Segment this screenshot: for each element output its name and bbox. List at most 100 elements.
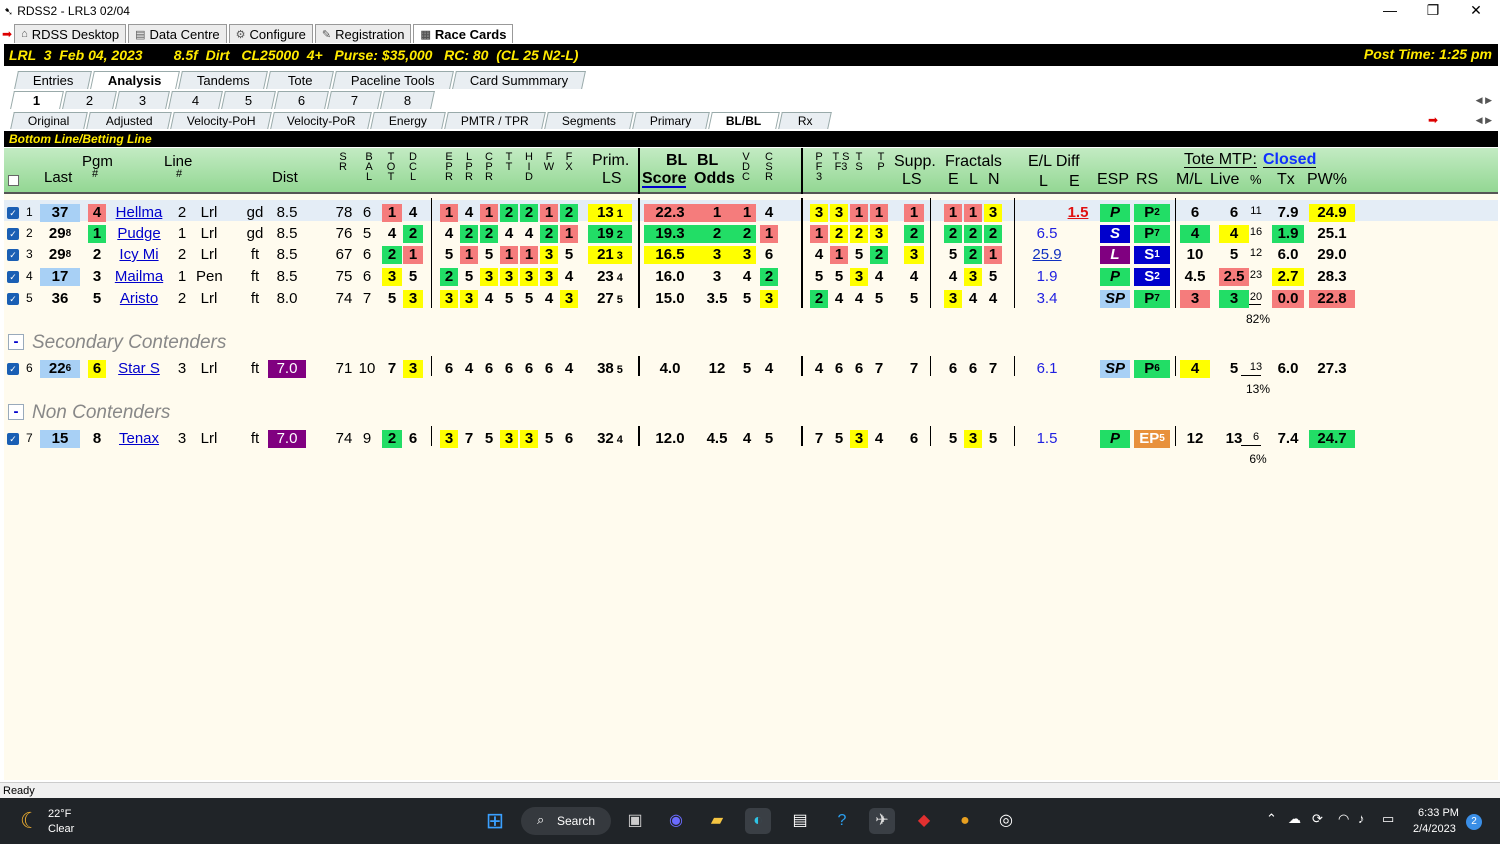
tab-velocity-poh[interactable]: Velocity-PoH [170,112,272,129]
minimize-button[interactable]: — [1370,0,1410,22]
tab-race-7[interactable]: 7 [327,91,382,109]
table-row[interactable]: ✓ 7 15 8 Tenax 3 Lrl ft 7.0 74 9 2 6 3 7 5 3 3 5 6 32 4 12.0 4.… [4,428,1498,466]
tab-race-4[interactable]: 4 [168,91,223,109]
tab-analysis[interactable]: Analysis [90,71,180,89]
tab-registration[interactable]: ✎ Registration [314,24,412,43]
row-checkbox[interactable]: ✓ [7,363,19,375]
tab-paceline-tools[interactable]: Paceline Tools [332,71,454,89]
prim-value: 32 [597,430,614,447]
tab-rx[interactable]: Rx [778,112,832,129]
tab-race-2[interactable]: 2 [62,91,117,109]
pace-cell: 6 [854,360,864,377]
table-row[interactable]: ✓ 6 226 6 Star S 3 Lrl ft 7.0 71 10 7 3 6 4 6 6 6 6 4 38 5 4.0… [4,358,1498,396]
tab-energy[interactable]: Energy [370,112,446,129]
notification-badge[interactable]: 2 [1466,814,1482,830]
supp-ls-cell: 6 [909,430,919,447]
restore-button[interactable]: ❐ [1413,0,1453,22]
energy-cell: 6 [544,360,554,377]
last-cell: 298 [40,246,80,264]
chat-icon[interactable]: ◉ [663,808,689,834]
mcafee-icon[interactable]: ◆ [911,808,937,834]
store-icon[interactable]: ▤ [787,808,813,834]
tab-race-1[interactable]: 1 [10,91,64,109]
tx-cell: 1.9 [1272,225,1304,243]
volume-icon[interactable]: ♪ [1358,811,1365,826]
tab-configure[interactable]: ⚙ Configure [228,24,313,43]
horse-name-link[interactable]: Star S [110,360,168,378]
tab-velocity-por[interactable]: Velocity-PoR [270,112,372,129]
search-box[interactable]: ⌕ Search [521,807,611,835]
tab-scroll-arrows[interactable]: ◀ ▶ [1476,95,1492,106]
row-checkbox[interactable]: ✓ [7,433,19,445]
table-row[interactable]: ✓ 2 298 1 Pudge 1 Lrl gd 8.5 76 5 4 2 4 2 2 4 4 2 1 19 2 19.3 2… [4,223,1498,244]
table-row[interactable]: ✓ 5 36 5 Aristo 2 Lrl ft 8.0 74 7 5 3 3 3 4 5 5 4 3 27 5 15.0 3… [4,288,1498,326]
prim-value: 21 [597,246,614,263]
file-explorer-icon[interactable]: ▰ [704,808,730,834]
row-checkbox[interactable]: ✓ [7,249,19,261]
battery-icon[interactable]: ▭ [1382,811,1394,827]
tab-race-8[interactable]: 8 [380,91,435,109]
row-checkbox[interactable]: ✓ [7,207,19,219]
tab-card-summary[interactable]: Card Summmary [452,71,586,89]
view-scroll-arrows[interactable]: ◀ ▶ [1476,115,1492,126]
col-pct: % [1250,172,1262,187]
tab-tote[interactable]: Tote [266,71,334,89]
tab-pmtr-tpr[interactable]: PMTR / TPR [444,112,546,129]
rdss-app-icon[interactable]: ✈ [869,808,895,834]
sync-icon[interactable]: ⟳ [1312,811,1323,827]
close-button[interactable]: ✕ [1456,0,1496,22]
col-bl2: BL [697,152,719,169]
app-icon-extra[interactable]: ◎ [993,808,1019,834]
tab-data-centre[interactable]: ▤ Data Centre [128,24,227,43]
tab-race-cards[interactable]: ▦ Race Cards [413,24,514,43]
col-tsf3: T S F3 [832,151,850,173]
table-row[interactable]: ✓ 3 298 2 Icy Mi 2 Lrl ft 8.5 67 6 2 1 5 1 5 1 1 3 5 21 3 16.5… [4,244,1498,265]
row-checkbox[interactable]: ✓ [7,271,19,283]
supp-ls-cell: 4 [909,268,919,285]
export-icon[interactable]: ➡ [1428,113,1438,127]
bal-cell: 9 [362,430,372,447]
task-view-icon[interactable]: ▣ [622,808,648,834]
cloud-icon[interactable]: ☁ [1288,811,1301,827]
tab-tandems[interactable]: Tandems [178,71,268,89]
tab-rdss-desktop[interactable]: ⌂ RDSS Desktop [14,24,127,43]
clock-time[interactable]: 6:33 PM [1418,807,1459,819]
tab-race-6[interactable]: 6 [274,91,329,109]
tab-segments[interactable]: Segments [544,112,634,129]
windows-start-icon[interactable]: ⊞ [482,808,508,834]
help-icon[interactable]: ? [829,808,855,834]
el-diff-e: 1.5 [1067,204,1089,221]
chrome-icon[interactable]: ● [952,808,978,834]
horse-name-link[interactable]: Mailma [110,268,168,286]
card-icon: ▦ [420,28,431,41]
tab-original[interactable]: Original [10,112,88,129]
wifi-icon[interactable]: ◠ [1338,811,1349,827]
energy-cell: 5 [564,246,574,263]
table-row[interactable]: ✓ 1 37 4 Hellma 2 Lrl gd 8.5 78 6 1 4 1 4 1 2 2 1 2 13 1 22.3 1… [4,202,1498,223]
collapse-secondary-button[interactable]: - [8,334,24,350]
clock-date[interactable]: 2/4/2023 [1413,823,1456,835]
row-checkbox[interactable]: ✓ [7,228,19,240]
horse-name-link[interactable]: Icy Mi [110,246,168,264]
select-all-checkbox[interactable] [8,175,19,186]
table-row[interactable]: ✓ 4 17 3 Mailma 1 Pen ft 8.5 75 6 3 5 2 5 3 3 3 3 4 23 4 16.0 3… [4,266,1498,287]
horse-name-link[interactable]: Hellma [110,204,168,222]
row-checkbox[interactable]: ✓ [7,293,19,305]
weather-condition[interactable]: Clear [48,823,74,835]
horse-name-link[interactable]: Pudge [110,225,168,243]
chevron-up-icon[interactable]: ⌃ [1266,811,1277,827]
tab-entries[interactable]: Entries [14,71,92,89]
energy-cell: 5 [504,290,514,307]
collapse-non-button[interactable]: - [8,404,24,420]
col-rs: RS [1136,171,1159,188]
row-number: 2 [26,226,33,240]
el-diff-l [1024,204,1070,222]
tab-race-5[interactable]: 5 [221,91,276,109]
edge-icon[interactable]: ◐ [745,808,771,834]
tab-race-3[interactable]: 3 [115,91,170,109]
tab-adjusted[interactable]: Adjusted [86,112,172,129]
horse-name-link[interactable]: Aristo [110,290,168,308]
tab-bl-bl[interactable]: BL/BL [708,112,780,129]
horse-name-link[interactable]: Tenax [110,430,168,448]
tab-primary[interactable]: Primary [632,112,710,129]
